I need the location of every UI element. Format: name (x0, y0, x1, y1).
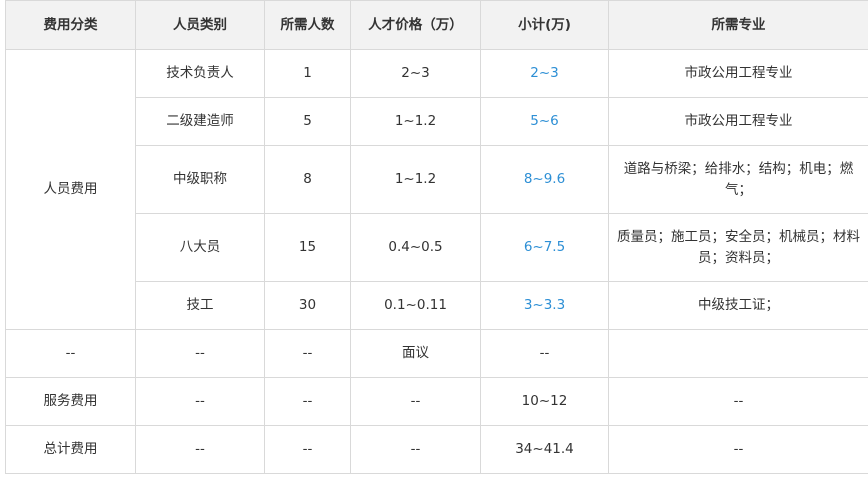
major-cell: 质量员；施工员；安全员；机械员；材料员；资料员； (608, 213, 868, 282)
cost-table: 费用分类 人员类别 所需人数 人才价格（万） 小计(万) 所需专业 人员费用 技… (5, 0, 868, 474)
count-cell: -- (264, 329, 351, 378)
header-row: 费用分类 人员类别 所需人数 人才价格（万） 小计(万) 所需专业 (5, 0, 868, 50)
header-cost-category: 费用分类 (5, 0, 136, 50)
major-cell: 市政公用工程专业 (608, 49, 868, 98)
count-cell: -- (264, 425, 351, 474)
category-cell: 总计费用 (5, 425, 136, 474)
type-cell: 中级职称 (135, 145, 265, 214)
price-cell: 0.1~0.11 (350, 281, 481, 330)
header-personnel-type: 人员类别 (135, 0, 265, 50)
count-cell: 5 (264, 97, 351, 146)
count-cell: -- (264, 377, 351, 426)
table-row: 技工 30 0.1~0.11 3~3.3 中级技工证； (6, 281, 868, 330)
header-headcount: 所需人数 (264, 0, 351, 50)
major-cell: -- (608, 377, 868, 426)
subtotal-cell: 8~9.6 (480, 145, 609, 214)
price-cell: -- (350, 377, 481, 426)
major-cell: 道路与桥梁；给排水；结构；机电；燃气； (608, 145, 868, 214)
type-cell: 二级建造师 (135, 97, 265, 146)
major-cell: 中级技工证； (608, 281, 868, 330)
subtotal-cell: 5~6 (480, 97, 609, 146)
table-row: 二级建造师 5 1~1.2 5~6 市政公用工程专业 (6, 97, 868, 146)
type-cell: -- (135, 425, 265, 474)
price-cell: 1~1.2 (350, 145, 481, 214)
table-row: 服务费用 -- -- -- 10~12 -- (5, 377, 868, 426)
major-cell: 市政公用工程专业 (608, 97, 868, 146)
major-cell (608, 329, 868, 378)
category-cell: 服务费用 (5, 377, 136, 426)
major-cell: -- (608, 425, 868, 474)
table-row: 人员费用 技术负责人 1 2~3 2~3 市政公用工程专业 (5, 49, 868, 330)
count-cell: 30 (264, 281, 351, 330)
category-cell: -- (5, 329, 136, 378)
type-cell: 八大员 (135, 213, 265, 282)
subtotal-cell: 6~7.5 (480, 213, 609, 282)
price-cell: 1~1.2 (350, 97, 481, 146)
type-cell: -- (135, 377, 265, 426)
type-cell: 技工 (135, 281, 265, 330)
table-row: 总计费用 -- -- -- 34~41.4 -- (5, 425, 868, 474)
price-cell: 面议 (350, 329, 481, 378)
type-cell: 技术负责人 (135, 49, 265, 98)
subtotal-cell: 3~3.3 (480, 281, 609, 330)
subtotal-cell: 10~12 (480, 377, 609, 426)
count-cell: 8 (264, 145, 351, 214)
subtotal-cell: 34~41.4 (480, 425, 609, 474)
type-cell: -- (135, 329, 265, 378)
subtotal-cell: 2~3 (480, 49, 609, 98)
category-cell: 人员费用 (5, 49, 136, 330)
header-required-major: 所需专业 (608, 0, 868, 50)
count-cell: 1 (264, 49, 351, 98)
price-cell: 2~3 (350, 49, 481, 98)
header-subtotal: 小计(万) (480, 0, 609, 50)
price-cell: -- (350, 425, 481, 474)
table-row: -- -- -- 面议 -- (5, 329, 868, 378)
subtotal-cell: -- (480, 329, 609, 378)
table-row: 八大员 15 0.4~0.5 6~7.5 质量员；施工员；安全员；机械员；材料员… (6, 213, 868, 282)
price-cell: 0.4~0.5 (350, 213, 481, 282)
header-talent-price: 人才价格（万） (350, 0, 481, 50)
count-cell: 15 (264, 213, 351, 282)
table-row: 中级职称 8 1~1.2 8~9.6 道路与桥梁；给排水；结构；机电；燃气； (6, 145, 868, 214)
